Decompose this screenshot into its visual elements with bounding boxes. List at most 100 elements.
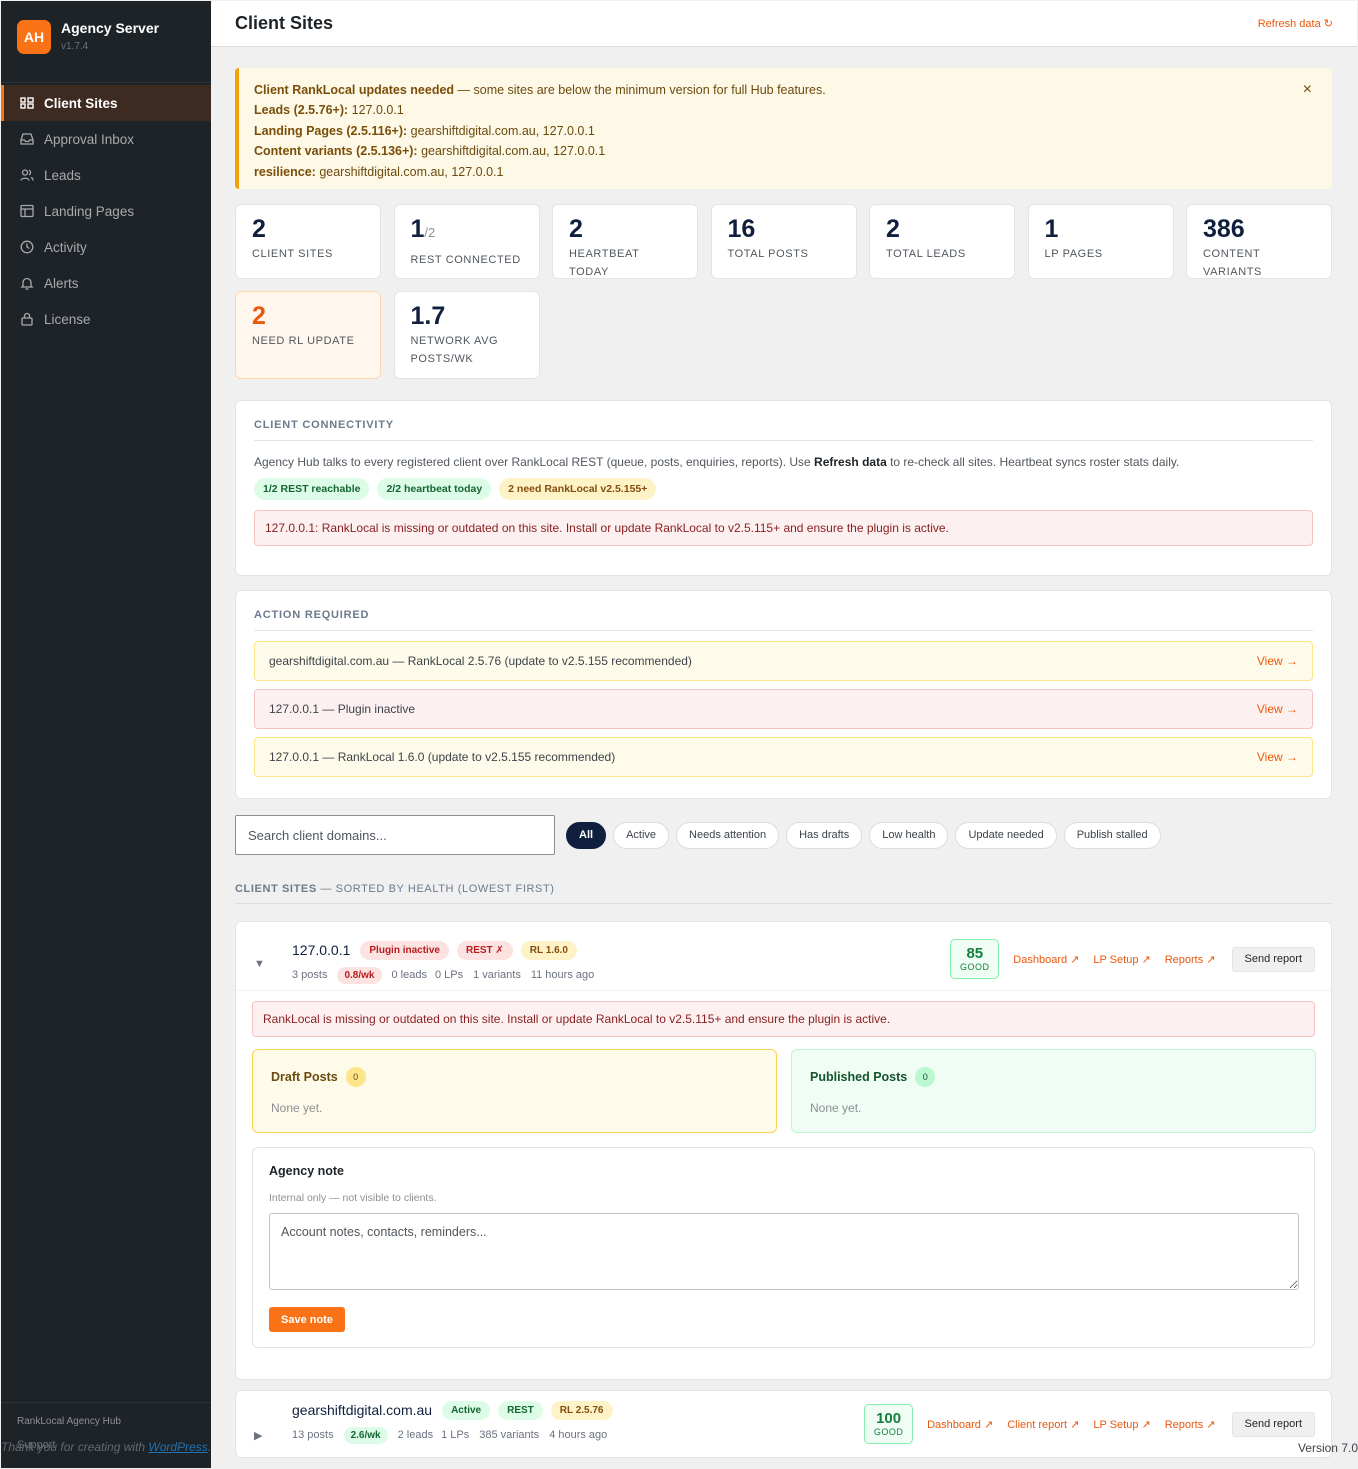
inbox-icon — [20, 132, 34, 146]
view-link[interactable]: View → — [1257, 750, 1298, 764]
site-domain: 127.0.0.1 — [292, 942, 351, 958]
wordpress-link[interactable]: WordPress — [148, 1440, 207, 1454]
reports-link[interactable]: Reports ↗ — [1165, 953, 1216, 966]
sidebar-item-alerts[interactable]: Alerts — [1, 265, 211, 301]
agency-note-textarea[interactable] — [269, 1213, 1299, 1290]
collapse-caret-icon[interactable]: ▼ — [254, 958, 274, 970]
sidebar-item-license[interactable]: License — [1, 301, 211, 337]
stat-card: 1/2 REST CONNECTED — [393, 204, 540, 279]
bell-icon — [20, 276, 34, 290]
filter-update-needed[interactable]: Update needed — [955, 821, 1057, 849]
stat-value: 2 — [252, 302, 266, 330]
posts-grid: Draft Posts 0 None yet. Published Posts 0 … — [252, 1049, 1316, 1133]
action-required-heading: ACTION REQUIRED — [254, 609, 1313, 631]
published-posts-title: Published Posts — [810, 1070, 908, 1084]
stat-value: 16 — [727, 215, 756, 243]
brand: AH Agency Server v1.7.4 — [1, 1, 211, 83]
notice-line-value: gearshiftdigital.com.au, 127.0.0.1 — [315, 164, 504, 179]
published-empty-text: None yet. — [810, 1101, 862, 1115]
send-report-button[interactable]: Send report — [1231, 946, 1315, 972]
refresh-data-link[interactable]: Refresh data ↻ — [1258, 17, 1333, 30]
client-sites-heading: CLIENT SITES — SORTED BY HEALTH (LOWEST … — [235, 883, 1332, 904]
filter-all[interactable]: All — [566, 821, 607, 849]
last-seen: 11 hours ago — [530, 969, 595, 981]
connectivity-card: CLIENT CONNECTIVITY Agency Hub talks to … — [235, 400, 1332, 576]
stat-value: 2 — [886, 215, 900, 243]
connectivity-description: Agency Hub talks to every registered cli… — [254, 455, 1180, 469]
connectivity-heading: CLIENT CONNECTIVITY — [254, 419, 1313, 441]
stat-label: TOTAL LEADS — [886, 248, 966, 260]
sidebar-item-label: Leads — [44, 167, 81, 183]
site-domain: gearshiftdigital.com.au — [292, 1402, 433, 1418]
dashboard-link[interactable]: Dashboard ↗ — [1013, 953, 1079, 966]
notice-line-value: gearshiftdigital.com.au, 127.0.0.1 — [407, 123, 595, 138]
save-note-button[interactable]: Save note — [269, 1307, 345, 1332]
stat-card: 1 LP PAGES — [1027, 204, 1174, 279]
content: Client RankLocal updates needed — some s… — [235, 68, 1332, 1458]
sidebar-item-client-sites[interactable]: Client Sites — [1, 85, 211, 121]
view-link[interactable]: View → — [1257, 654, 1298, 668]
sidebar-item-leads[interactable]: Leads — [1, 157, 211, 193]
layout-icon — [20, 204, 34, 218]
site-details: RankLocal is missing or outdated on this… — [236, 990, 1331, 1380]
stat-label: TOTAL POSTS — [727, 248, 809, 260]
draft-posts-panel: Draft Posts 0 None yet. — [252, 1049, 777, 1133]
sidebar-item-activity[interactable]: Activity — [1, 229, 211, 265]
filter-needs-attention[interactable]: Needs attention — [676, 821, 780, 849]
search-input[interactable] — [235, 815, 555, 855]
stat-value: 1.7 — [410, 302, 446, 330]
send-report-button[interactable]: Send report — [1231, 1411, 1315, 1437]
filter-active[interactable]: Active — [613, 821, 670, 849]
brand-logo: AH — [17, 20, 51, 54]
draft-empty-text: None yet. — [271, 1101, 323, 1115]
notice-intro: — some sites are below the minimum versi… — [454, 83, 826, 97]
view-link[interactable]: View → — [1257, 702, 1298, 716]
stat-card: 2 HEARTBEAT TODAY — [552, 204, 698, 279]
update-notice: Client RankLocal updates needed — some s… — [235, 68, 1332, 189]
health-score: 100 GOOD — [864, 1404, 914, 1444]
main-area: Client Sites Refresh data ↻ Client RankL… — [211, 1, 1357, 1468]
sidebar-item-approval-inbox[interactable]: Approval Inbox — [1, 121, 211, 157]
agency-note-panel: Agency note Internal only — not visible … — [252, 1147, 1315, 1348]
notice-line-label: Content variants (2.5.136+): — [254, 144, 418, 159]
reports-link[interactable]: Reports ↗ — [1165, 1418, 1216, 1431]
action-text: 127.0.0.1 — Plugin inactive — [269, 702, 416, 716]
stats-grid: 2 CLIENT SITES 1/2 REST CONNECTED 2 HEARTBE… — [235, 204, 1332, 379]
rest-reachable-pill: 1/2 REST reachable — [254, 478, 370, 500]
stat-card: 2 CLIENT SITES — [235, 204, 381, 279]
draft-posts-title: Draft Posts — [271, 1070, 338, 1084]
lp-count: 0 LPs — [434, 969, 464, 981]
action-text: 127.0.0.1 — RankLocal 1.6.0 (update to v… — [269, 750, 616, 764]
lp-setup-link[interactable]: LP Setup ↗ — [1093, 1418, 1150, 1431]
rest-badge: REST ✗ — [456, 940, 513, 960]
rest-badge: REST — [498, 1400, 543, 1420]
lp-setup-link[interactable]: LP Setup ↗ — [1093, 953, 1150, 966]
post-count: 3 posts — [292, 969, 328, 981]
stat-card: 16 TOTAL POSTS — [710, 204, 857, 279]
notice-title: Client RankLocal updates needed — [254, 83, 455, 97]
filter-publish-stalled[interactable]: Publish stalled — [1063, 821, 1161, 849]
activity-icon — [20, 240, 34, 254]
stat-label: NEED RL UPDATE — [252, 335, 355, 347]
stat-value: 386 — [1203, 215, 1245, 243]
dashboard-link[interactable]: Dashboard ↗ — [927, 1418, 993, 1431]
variant-count: 1 variants — [473, 969, 521, 981]
action-text: gearshiftdigital.com.au — RankLocal 2.5.… — [269, 654, 692, 668]
brand-name: Agency Server — [61, 20, 160, 36]
sidebar-item-label: Client Sites — [44, 95, 118, 111]
published-posts-panel: Published Posts 0 None yet. — [791, 1049, 1316, 1133]
top-bar: Client Sites Refresh data ↻ — [211, 1, 1357, 47]
filter-low-health[interactable]: Low health — [869, 821, 949, 849]
client-report-link[interactable]: Client report ↗ — [1007, 1418, 1079, 1431]
sidebar-item-landing-pages[interactable]: Landing Pages — [1, 193, 211, 229]
close-icon[interactable]: × — [1303, 80, 1312, 100]
filter-has-drafts[interactable]: Has drafts — [786, 821, 863, 849]
brand-version: v1.7.4 — [61, 41, 89, 52]
agency-note-hint: Internal only — not visible to clients. — [269, 1192, 437, 1204]
stat-label: HEARTBEAT TODAY — [569, 248, 640, 278]
sidebar-nav: Client Sites Approval Inbox Leads Landin… — [1, 85, 211, 337]
status-badge: Plugin inactive — [360, 940, 449, 960]
draft-count-badge: 0 — [345, 1067, 366, 1087]
notice-line-label: Leads (2.5.76+): — [254, 103, 349, 118]
post-rate-badge: 0.8/wk — [337, 966, 382, 984]
